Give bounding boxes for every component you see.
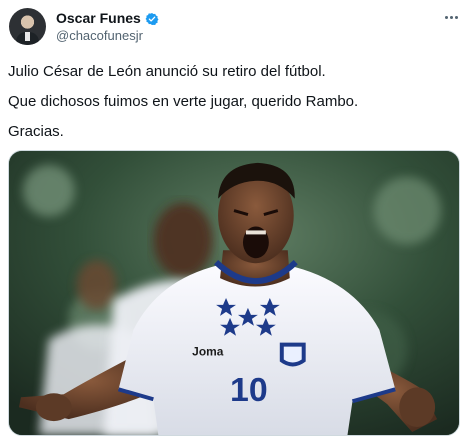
tweet-card: Oscar Funes @chacofunesjr Julio César de… [0, 0, 471, 444]
jersey-number-text: 10 [230, 371, 268, 409]
author-name-row: Oscar Funes [56, 10, 159, 27]
more-horizontal-icon[interactable] [442, 8, 460, 26]
author-handle[interactable]: @chacofunesjr [56, 28, 143, 44]
tweet-text-line-3: Gracias. [8, 123, 64, 140]
author-display-name[interactable]: Oscar Funes [56, 10, 141, 27]
tweet-photo[interactable]: Joma 10 [8, 150, 460, 436]
photo-illustration: Joma 10 [9, 151, 459, 435]
jersey-brand-text: Joma [192, 345, 224, 359]
verified-badge-icon [145, 12, 159, 25]
tweet-text-line-1: Julio César de León anunció su retiro de… [8, 63, 326, 80]
tweet-text-line-2: Que dichosos fuimos en verte jugar, quer… [8, 93, 359, 110]
author-avatar[interactable] [9, 8, 46, 45]
